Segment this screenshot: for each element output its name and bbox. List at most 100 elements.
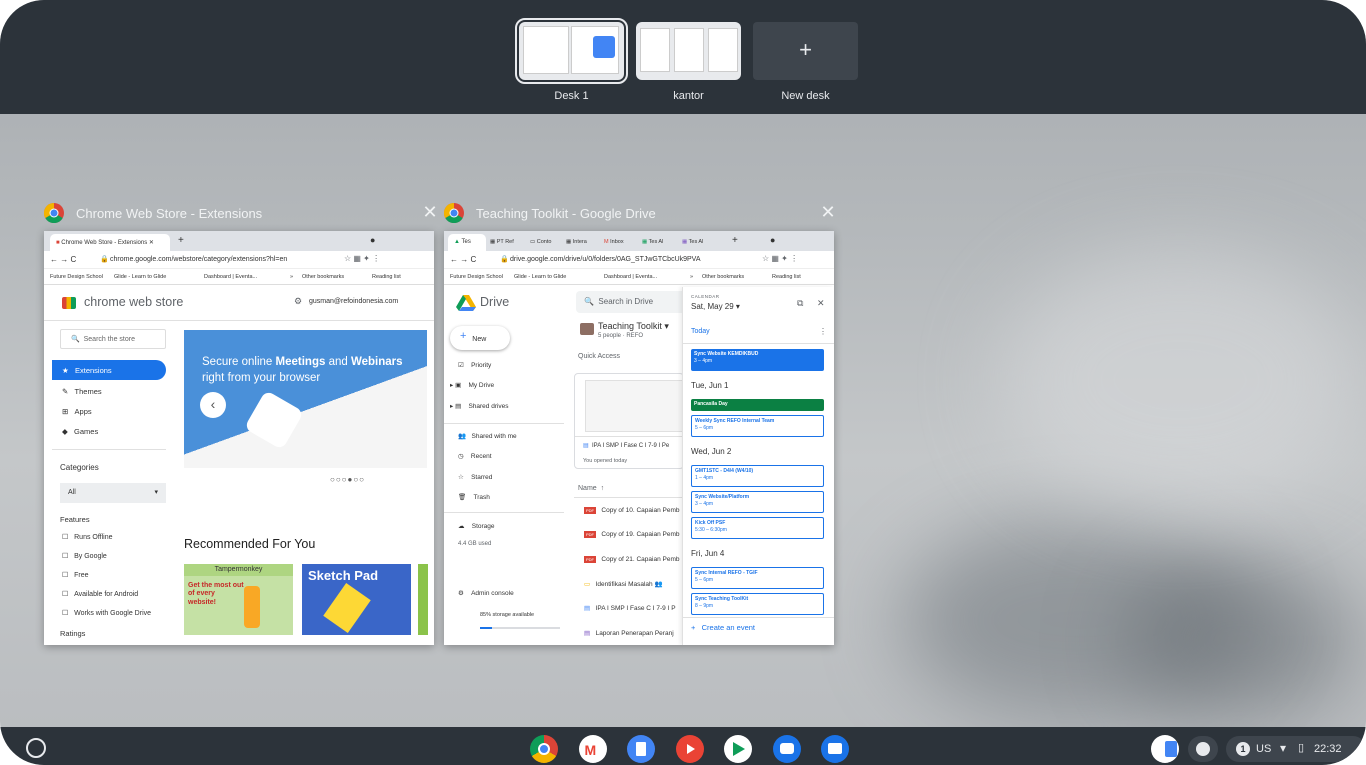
google-drive-window[interactable]: ▲ Tes ▦ PT Ref ▭ Conto ▦ Intera M Inbox … bbox=[444, 231, 834, 645]
calendar-event[interactable]: Sync Internal REFO - TGIF 5 – 6pm bbox=[691, 567, 824, 589]
tab-4[interactable]: ▦ Intera bbox=[566, 239, 587, 245]
tab-6[interactable]: ▦ Tes Al bbox=[642, 239, 663, 245]
address-bar[interactable]: ← → C 🔒 drive.google.com/drive/u/0/folde… bbox=[444, 251, 834, 269]
address-bar[interactable]: ← → C 🔒 chrome.google.com/webstore/categ… bbox=[44, 251, 434, 269]
tab-2[interactable]: ▦ PT Ref bbox=[490, 239, 514, 245]
gmail-icon[interactable]: M bbox=[578, 735, 607, 763]
tab-3[interactable]: ▭ Conto bbox=[530, 239, 551, 245]
new-tab-icon[interactable]: + bbox=[178, 235, 184, 246]
nav-arrows-icon[interactable]: ← → C bbox=[50, 255, 76, 264]
bookmark-2[interactable]: Glide - Learn to Glide bbox=[114, 274, 166, 280]
quick-access-card[interactable]: ▤ IPA I SMP I Fase C I 7-9 I Pe You open… bbox=[574, 373, 685, 469]
window-2-header[interactable]: Teaching Toolkit - Google Drive bbox=[444, 200, 656, 226]
card-sketch-pad[interactable]: Sketch Pad bbox=[302, 564, 411, 635]
bookmark-reading[interactable]: Reading list bbox=[772, 274, 801, 280]
carousel-prev-button[interactable]: ‹ bbox=[200, 392, 226, 418]
calendar-close-icon[interactable]: ✕ bbox=[817, 298, 825, 309]
folder-name[interactable]: Teaching Toolkit ▾ bbox=[598, 321, 669, 332]
calendar-event[interactable]: Sync Website KEMDIKBUD 3 – 4pm bbox=[691, 349, 824, 371]
toolbar-icons[interactable]: ☆ ▦ ✦ ⋮ bbox=[762, 254, 798, 263]
bookmark-3[interactable]: Dashboard | Eventa... bbox=[204, 274, 257, 280]
profile-icon[interactable]: ● bbox=[370, 235, 375, 245]
bookmark-3[interactable]: Dashboard | Eventa... bbox=[604, 274, 657, 280]
new-desk-button[interactable]: + bbox=[753, 22, 858, 80]
feature-free[interactable]: ☐ Free bbox=[62, 571, 89, 579]
holding-space-icon[interactable] bbox=[1151, 735, 1179, 763]
name-column-header[interactable]: Name ↑ bbox=[578, 485, 604, 492]
calendar-event[interactable]: Weekly Sync REFO Internal Team 5 – 6pm bbox=[691, 415, 824, 437]
file-row-6[interactable]: ▤ Laporan Penerapan Peranj bbox=[584, 629, 674, 637]
file-row-5[interactable]: ▤ IPA I SMP I Fase C I 7-9 I P bbox=[584, 604, 676, 612]
nav-shared-with-me[interactable]: 👥 Shared with me bbox=[458, 432, 517, 440]
today-label[interactable]: Today bbox=[691, 328, 710, 335]
nav-priority[interactable]: ☑ Priority bbox=[458, 361, 491, 369]
bookmark-2[interactable]: Glide - Learn to Glide bbox=[514, 274, 566, 280]
promo-banner[interactable]: Secure online Meetings and Webinars righ… bbox=[184, 330, 427, 468]
nav-extensions[interactable]: ★ Extensions bbox=[52, 360, 166, 380]
tab-7[interactable]: ▦ Tes Al bbox=[682, 239, 703, 245]
launcher-icon[interactable] bbox=[26, 738, 46, 758]
profile-icon[interactable]: ● bbox=[770, 235, 775, 245]
create-event-button[interactable]: + Create an event bbox=[691, 623, 755, 632]
carousel-dots[interactable]: ○○○●○○ bbox=[330, 475, 365, 484]
nav-themes[interactable]: ✎ Themes bbox=[62, 387, 102, 396]
chrome-icon[interactable] bbox=[530, 735, 558, 763]
new-tab-icon[interactable]: + bbox=[732, 235, 738, 246]
feature-runs-offline[interactable]: ☐ Runs Offline bbox=[62, 533, 113, 541]
nav-my-drive[interactable]: ▸ ▣ My Drive bbox=[450, 381, 494, 389]
nav-games[interactable]: ◆ Games bbox=[62, 427, 98, 436]
status-area[interactable]: 1 US ▾ ▯ 22:32 bbox=[1226, 736, 1366, 762]
account-email[interactable]: gusman@refoindonesia.com bbox=[309, 298, 398, 305]
settings-gear-icon[interactable]: ⚙ bbox=[294, 296, 302, 307]
window-2-close-icon[interactable]: ✕ bbox=[818, 202, 838, 222]
feature-android[interactable]: ☐ Available for Android bbox=[62, 590, 138, 598]
bookmark-more[interactable]: » bbox=[290, 274, 293, 280]
chrome-web-store-window[interactable]: ■ Chrome Web Store - Extensions ✕ + ● ← … bbox=[44, 231, 434, 645]
nav-starred[interactable]: ☆ Starred bbox=[458, 473, 492, 481]
bookmark-1[interactable]: Future Design School bbox=[50, 274, 103, 280]
tab-drive[interactable]: ▲ Tes bbox=[448, 234, 486, 251]
nav-shared-drives[interactable]: ▸ ▤ Shared drives bbox=[450, 402, 509, 410]
file-row-4[interactable]: ▭ Identifikasi Masalah 👥 bbox=[584, 580, 663, 588]
toolbar-icons[interactable]: ☆ ▦ ✦ ⋮ bbox=[344, 254, 380, 263]
bookmark-more[interactable]: » bbox=[690, 274, 693, 280]
youtube-icon[interactable] bbox=[675, 735, 704, 763]
window-1-close-icon[interactable]: ✕ bbox=[420, 202, 440, 222]
nav-storage[interactable]: ☁ Storage bbox=[458, 522, 495, 530]
desk-1-thumbnail[interactable] bbox=[515, 18, 628, 84]
file-row-3[interactable]: PDF Copy of 21. Capaian Pemb bbox=[584, 556, 679, 563]
nav-trash[interactable]: 🗑 Trash bbox=[458, 493, 490, 501]
bookmark-reading[interactable]: Reading list bbox=[372, 274, 401, 280]
admin-console[interactable]: ⚙ Admin console bbox=[458, 589, 514, 597]
drive-search-input[interactable]: 🔍 Search in Drive bbox=[576, 291, 688, 313]
calendar-event[interactable]: Sync Website/Platform 3 – 4pm bbox=[691, 491, 824, 513]
more-options-icon[interactable]: ⋮ bbox=[819, 327, 827, 336]
feature-by-google[interactable]: ☐ By Google bbox=[62, 552, 107, 560]
calendar-date[interactable]: Sat, May 29 ▾ bbox=[691, 302, 740, 311]
files-icon[interactable] bbox=[821, 735, 849, 763]
bookmark-1[interactable]: Future Design School bbox=[450, 274, 503, 280]
docs-icon[interactable] bbox=[627, 735, 655, 763]
tab-web-store[interactable]: ■ Chrome Web Store - Extensions ✕ bbox=[50, 234, 170, 251]
media-tray[interactable] bbox=[1188, 736, 1218, 762]
feature-drive[interactable]: ☐ Works with Google Drive bbox=[62, 609, 151, 617]
categories-select[interactable]: All ▾ bbox=[60, 483, 166, 503]
store-search-input[interactable]: 🔍 Search the store bbox=[60, 329, 166, 349]
bookmark-other[interactable]: Other bookmarks bbox=[302, 274, 344, 280]
open-external-icon[interactable]: ⧉ bbox=[797, 298, 803, 309]
calendar-event[interactable]: Kick Off PSF 5:30 – 6:30pm bbox=[691, 517, 824, 539]
notification-badge[interactable]: 1 bbox=[1236, 742, 1250, 756]
nav-arrows-icon[interactable]: ← → C bbox=[450, 255, 476, 264]
window-1-header[interactable]: Chrome Web Store - Extensions bbox=[44, 200, 262, 226]
calendar-event[interactable]: Sync Teaching ToolKit 8 – 9pm bbox=[691, 593, 824, 615]
nav-recent[interactable]: ◷ Recent bbox=[458, 452, 492, 460]
nav-apps[interactable]: ⊞ Apps bbox=[62, 407, 92, 416]
new-button[interactable]: + New bbox=[450, 326, 510, 350]
card-tampermonkey[interactable]: Tampermonkey Get the most out of every w… bbox=[184, 564, 293, 635]
calendar-event[interactable]: Pancasila Day bbox=[691, 399, 824, 411]
bookmark-other[interactable]: Other bookmarks bbox=[702, 274, 744, 280]
play-store-icon[interactable] bbox=[724, 735, 752, 763]
tab-5[interactable]: M Inbox bbox=[604, 239, 624, 245]
desk-kantor-thumbnail[interactable] bbox=[636, 22, 741, 80]
messages-icon[interactable] bbox=[772, 735, 801, 763]
